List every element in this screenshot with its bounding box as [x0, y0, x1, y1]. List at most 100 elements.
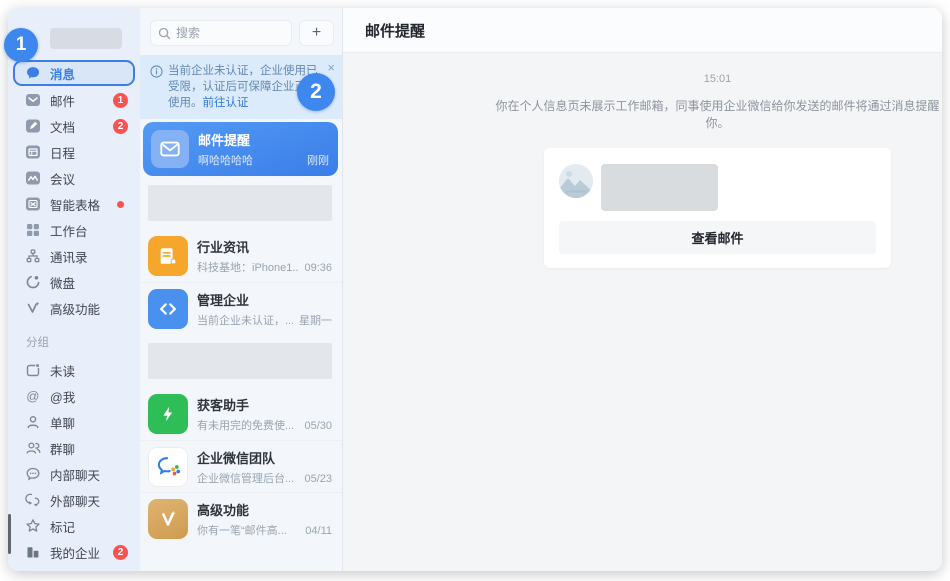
info-icon — [150, 65, 163, 111]
sidebar-item-label: 智能表格 — [50, 195, 100, 214]
drive-icon — [25, 274, 41, 290]
chat-title: 邮件提醒 — [198, 130, 329, 149]
sidebar-item-calendar[interactable]: 日程 — [8, 139, 140, 165]
user-name-redacted — [50, 28, 122, 49]
double-bubble-icon — [25, 492, 41, 508]
star-icon — [25, 518, 41, 534]
chat-time: 09:36 — [304, 262, 332, 274]
app-window: 消息 邮件 1 文档 2 日程 会议 — [8, 8, 942, 571]
sidebar: 消息 邮件 1 文档 2 日程 会议 — [8, 8, 140, 571]
ellipsis-bubble-icon — [25, 466, 41, 482]
search-row: + — [140, 8, 342, 55]
sidebar-item-label: 内部聊天 — [50, 465, 100, 484]
sidebar-item-label: 群聊 — [50, 439, 75, 458]
sender-name-redacted — [601, 164, 718, 211]
chat-subtitle: 当前企业未认证，... — [197, 312, 293, 328]
conversation-body: 15:01 你在个人信息页未展示工作邮箱，同事使用企业微信给你发送的邮件将通过消… — [343, 53, 942, 571]
advanced-gold-icon — [148, 499, 188, 539]
sender-avatar — [559, 164, 593, 198]
advanced-features-icon — [25, 300, 41, 316]
sidebar-item-label: 单聊 — [50, 413, 75, 432]
close-icon[interactable]: × — [327, 61, 335, 74]
annotation-step-1: 1 — [4, 28, 38, 62]
news-icon — [148, 236, 188, 276]
company-icon — [25, 544, 41, 560]
sidebar-item-label: 高级功能 — [50, 299, 100, 318]
sidebar-item-label: 未读 — [50, 361, 75, 380]
redacted-chat-item — [148, 185, 332, 221]
sidebar-item-external-chat[interactable]: 外部聊天 — [8, 487, 140, 513]
sidebar-item-label: 通讯录 — [50, 247, 88, 266]
sidebar-item-workbench[interactable]: 工作台 — [8, 217, 140, 243]
mail-reminder-icon — [151, 130, 189, 168]
sidebar-item-wedrive[interactable]: 微盘 — [8, 269, 140, 295]
redacted-chat-item — [148, 343, 332, 379]
sidebar-item-label: 我的企业 — [50, 543, 100, 562]
calendar-icon — [25, 144, 41, 160]
sidebar-item-label: 邮件 — [50, 91, 75, 110]
wecom-logo-icon — [148, 447, 188, 487]
sidebar-item-group-chat[interactable]: 群聊 — [8, 435, 140, 461]
conversation-panel: 邮件提醒 15:01 你在个人信息页未展示工作邮箱，同事使用企业微信给你发送的邮… — [343, 8, 942, 571]
mail-icon — [25, 92, 41, 108]
manage-company-icon — [148, 289, 188, 329]
chat-time: 05/23 — [304, 473, 332, 485]
chat-item-advanced-features[interactable]: 高级功能 你有一笔“邮件高... 04/11 — [140, 492, 342, 544]
chat-item-wecom-team[interactable]: 企业微信团队 企业微信管理后台... 05/23 — [140, 440, 342, 492]
chat-title: 企业微信团队 — [197, 448, 332, 467]
sidebar-item-smart-table[interactable]: 智能表格 — [8, 191, 140, 217]
search-input[interactable] — [176, 26, 284, 40]
sidebar-item-label: @我 — [50, 387, 75, 406]
meeting-icon — [25, 170, 41, 186]
sidebar-item-label: 外部聊天 — [50, 491, 100, 510]
sidebar-item-label: 消息 — [50, 64, 75, 83]
sidebar-item-label: 工作台 — [50, 221, 88, 240]
org-chart-icon — [25, 248, 41, 264]
lightning-icon — [148, 394, 188, 434]
chat-subtitle: 啊哈哈哈哈 — [198, 152, 301, 168]
go-verify-link[interactable]: 前往认证 — [203, 97, 249, 109]
chat-subtitle: 企业微信管理后台... — [197, 470, 298, 486]
sidebar-item-my-company[interactable]: 我的企业 2 — [8, 539, 140, 565]
chat-title: 行业资讯 — [197, 237, 332, 256]
chat-time: 刚刚 — [307, 152, 329, 168]
sidebar-item-contacts[interactable]: 通讯录 — [8, 243, 140, 269]
add-button[interactable]: + — [299, 20, 334, 46]
chat-item-customer-assistant[interactable]: 获客助手 有未用完的免费使... 05/30 — [140, 388, 342, 440]
system-message: 你在个人信息页未展示工作邮箱，同事使用企业微信给你发送的邮件将通过消息提醒你。 — [493, 98, 942, 132]
conversation-header: 邮件提醒 — [343, 8, 942, 53]
chat-item-mail-reminder[interactable]: 邮件提醒 啊哈哈哈哈 刚刚 — [143, 122, 338, 176]
person-icon — [25, 414, 41, 430]
chat-subtitle: 科技基地：iPhone1... — [197, 259, 298, 275]
sidebar-item-label: 微盘 — [50, 273, 75, 292]
sidebar-item-mentions[interactable]: @ @我 — [8, 383, 140, 409]
table-icon — [25, 196, 41, 212]
chat-title: 管理企业 — [197, 290, 332, 309]
unread-icon — [25, 362, 41, 378]
sidebar-item-label: 会议 — [50, 169, 75, 188]
sidebar-item-internal-chat[interactable]: 内部聊天 — [8, 461, 140, 487]
chat-item-manage-company[interactable]: 管理企业 当前企业未认证，... 星期一 — [140, 282, 342, 334]
svg-text:@: @ — [26, 389, 39, 404]
mail-notification-card[interactable]: 查看邮件 — [544, 148, 891, 268]
unread-badge: 2 — [113, 119, 128, 134]
sidebar-item-advanced[interactable]: 高级功能 — [8, 295, 140, 321]
chat-title: 获客助手 — [197, 395, 332, 414]
sidebar-item-docs[interactable]: 文档 2 — [8, 113, 140, 139]
sidebar-item-meeting[interactable]: 会议 — [8, 165, 140, 191]
sidebar-item-label: 标记 — [50, 517, 75, 536]
sidebar-item-unread[interactable]: 未读 — [8, 357, 140, 383]
unread-badge: 2 — [113, 545, 128, 560]
search-input-box[interactable] — [150, 20, 292, 46]
view-mail-button[interactable]: 查看邮件 — [559, 221, 876, 254]
sidebar-item-starred[interactable]: 标记 — [8, 513, 140, 539]
at-icon: @ — [25, 388, 41, 404]
sidebar-item-single-chat[interactable]: 单聊 — [8, 409, 140, 435]
document-icon — [25, 118, 41, 134]
sidebar-item-mail[interactable]: 邮件 1 — [8, 87, 140, 113]
sidebar-item-messages[interactable]: 消息 — [13, 60, 135, 86]
chat-item-industry-news[interactable]: 行业资讯 科技基地：iPhone1... 09:36 — [140, 230, 342, 282]
chat-time: 05/30 — [304, 420, 332, 432]
message-timestamp: 15:01 — [704, 73, 732, 85]
scrollbar[interactable] — [8, 514, 11, 554]
